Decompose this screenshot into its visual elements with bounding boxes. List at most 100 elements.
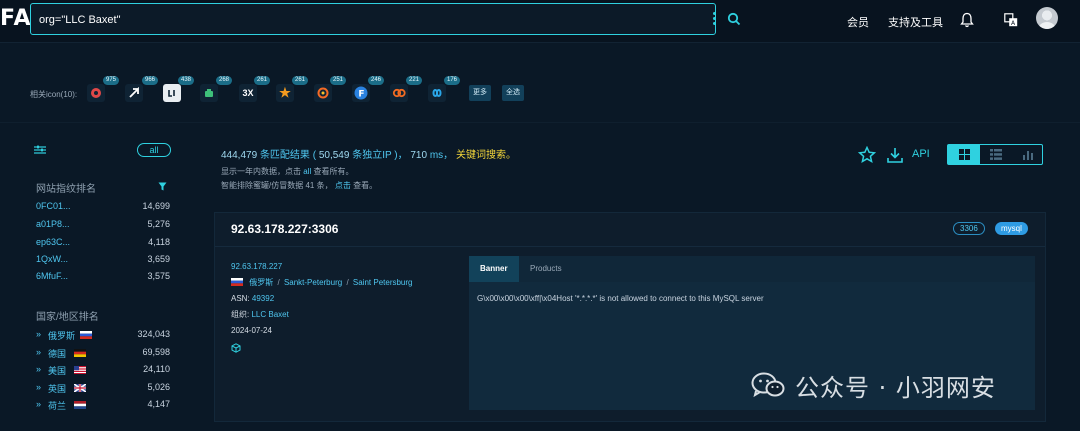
results-count: 444,479 <box>221 150 258 161</box>
icon-count: 251 <box>330 76 347 85</box>
list-item[interactable]: » 俄罗斯 324,043 <box>36 329 170 343</box>
chevron-right-icon[interactable]: » <box>36 364 41 374</box>
stats-note-text: 智能排除蜜罐/仿冒数据 <box>221 181 304 190</box>
chevron-right-icon[interactable]: » <box>36 347 41 357</box>
more-icons-button[interactable]: 更多 <box>469 85 491 101</box>
nav-membership[interactable]: 会员 <box>847 14 869 30</box>
green-robot-icon[interactable] <box>200 84 218 102</box>
list-item[interactable]: » 荷兰 4,147 <box>36 399 170 413</box>
country-name[interactable]: 俄罗斯 <box>48 329 75 342</box>
asn-link[interactable]: 49392 <box>252 294 274 303</box>
wechat-icon <box>751 372 785 398</box>
germany-flag-icon <box>74 349 86 357</box>
icon-count: 268 <box>216 76 233 85</box>
country-name[interactable]: 美国 <box>48 364 66 377</box>
country-name[interactable]: 德国 <box>48 347 66 360</box>
svg-text:F: F <box>358 90 364 100</box>
search-options-icon[interactable] <box>713 12 717 26</box>
avatar[interactable] <box>1036 7 1058 29</box>
show-all-link[interactable]: all <box>303 167 311 176</box>
country-name[interactable]: 荷兰 <box>48 399 66 412</box>
host-ip-link[interactable]: 92.63.178.227 <box>231 262 282 271</box>
list-icon <box>990 149 1002 160</box>
header-divider <box>0 42 1080 43</box>
site-rank-value: 5,276 <box>147 219 170 229</box>
filter-settings-icon[interactable] <box>34 145 46 155</box>
service-badge[interactable]: mysql <box>995 222 1028 235</box>
country-value: 4,147 <box>147 399 170 409</box>
stats-note-text: 查看。 <box>353 181 378 190</box>
site-rank-name[interactable]: 0FC01... <box>36 201 71 211</box>
query-time-label: ms， <box>429 150 454 161</box>
site-rank-name[interactable]: ep63C... <box>36 237 70 247</box>
site-rank-name[interactable]: 6MfuF... <box>36 271 68 281</box>
white-quote-icon[interactable] <box>163 84 181 102</box>
grid-view-button[interactable] <box>948 145 980 164</box>
3x-text-icon[interactable]: 3X <box>239 84 257 102</box>
stats-note-text: 显示一年内数据，点击 <box>221 167 301 176</box>
region-link[interactable]: Sankt-Peterburg <box>284 278 342 287</box>
blue-infinity-icon[interactable] <box>428 84 446 102</box>
site-rank-name[interactable]: a01P8... <box>36 219 70 229</box>
country-value: 324,043 <box>137 329 170 339</box>
list-item[interactable]: » 德国 69,598 <box>36 347 170 361</box>
bar-chart-icon <box>1023 151 1033 160</box>
cube-icon[interactable] <box>231 343 241 353</box>
bell-icon[interactable] <box>960 12 974 28</box>
orange-star-icon[interactable]: ★ <box>276 84 294 102</box>
tab-banner[interactable]: Banner <box>469 256 519 282</box>
search-box[interactable] <box>30 3 741 35</box>
search-input[interactable] <box>39 11 639 29</box>
nav-support-tools[interactable]: 支持及工具 <box>888 14 943 30</box>
list-item[interactable]: » 美国 24,110 <box>36 364 170 378</box>
download-icon[interactable] <box>886 146 904 164</box>
list-item[interactable]: a01P8... 5,276 <box>36 219 170 233</box>
list-item[interactable]: 6MfuF... 3,575 <box>36 271 170 285</box>
country-link[interactable]: 俄罗斯 <box>249 278 273 287</box>
detail-tabs: Banner Products <box>469 256 1035 282</box>
list-view-button[interactable] <box>980 145 1012 164</box>
red-circle-icon[interactable] <box>87 84 105 102</box>
uk-flag-icon <box>74 384 86 392</box>
list-item[interactable]: 1QxW... 3,659 <box>36 254 170 268</box>
site-rank-name[interactable]: 1QxW... <box>36 254 68 264</box>
search-icon[interactable] <box>727 12 741 26</box>
org-link[interactable]: LLC Baxet <box>251 310 288 319</box>
top-bar: FA 会员 支持及工具 A <box>0 0 1080 42</box>
russia-flag-icon <box>80 331 92 339</box>
russia-flag-icon <box>231 278 243 286</box>
api-button[interactable]: API <box>912 148 930 160</box>
country-value: 69,598 <box>142 347 170 357</box>
chart-view-button[interactable] <box>1012 145 1044 164</box>
result-title[interactable]: 92.63.178.227:3306 <box>231 222 338 236</box>
orange-chain-icon[interactable] <box>390 84 408 102</box>
blue-f-icon[interactable]: F <box>352 84 370 102</box>
chevron-right-icon[interactable]: » <box>36 329 41 339</box>
chevron-right-icon[interactable]: » <box>36 382 41 392</box>
icon-count: 246 <box>368 76 385 85</box>
funnel-icon[interactable] <box>158 182 167 191</box>
tab-products[interactable]: Products <box>519 256 573 282</box>
star-icon[interactable] <box>858 146 876 164</box>
keyword-search-link[interactable]: 关键词搜索。 <box>456 150 516 161</box>
country-value: 5,026 <box>147 382 170 392</box>
city-link[interactable]: Saint Petersburg <box>353 278 413 287</box>
icon-count: 221 <box>406 76 423 85</box>
list-item[interactable]: 0FC01... 14,699 <box>36 201 170 215</box>
stats-note-text: 查看所有。 <box>313 167 354 176</box>
white-arrow-icon[interactable] <box>125 84 143 102</box>
logo[interactable]: FA <box>0 6 32 31</box>
list-item[interactable]: » 英国 5,026 <box>36 382 170 396</box>
click-here-link[interactable]: 点击 <box>335 181 351 190</box>
chevron-right-icon[interactable]: » <box>36 399 41 409</box>
grafana-icon[interactable] <box>314 84 332 102</box>
translate-icon[interactable]: A <box>1004 13 1018 27</box>
country-name[interactable]: 英国 <box>48 382 66 395</box>
list-item[interactable]: ep63C... 4,118 <box>36 237 170 251</box>
all-filter-pill[interactable]: all <box>137 143 171 157</box>
port-badge[interactable]: 3306 <box>953 222 985 235</box>
site-rank-value: 3,659 <box>147 254 170 264</box>
geo-separator: / <box>346 278 349 287</box>
select-all-button[interactable]: 全选 <box>502 85 524 101</box>
usa-flag-icon <box>74 366 86 374</box>
